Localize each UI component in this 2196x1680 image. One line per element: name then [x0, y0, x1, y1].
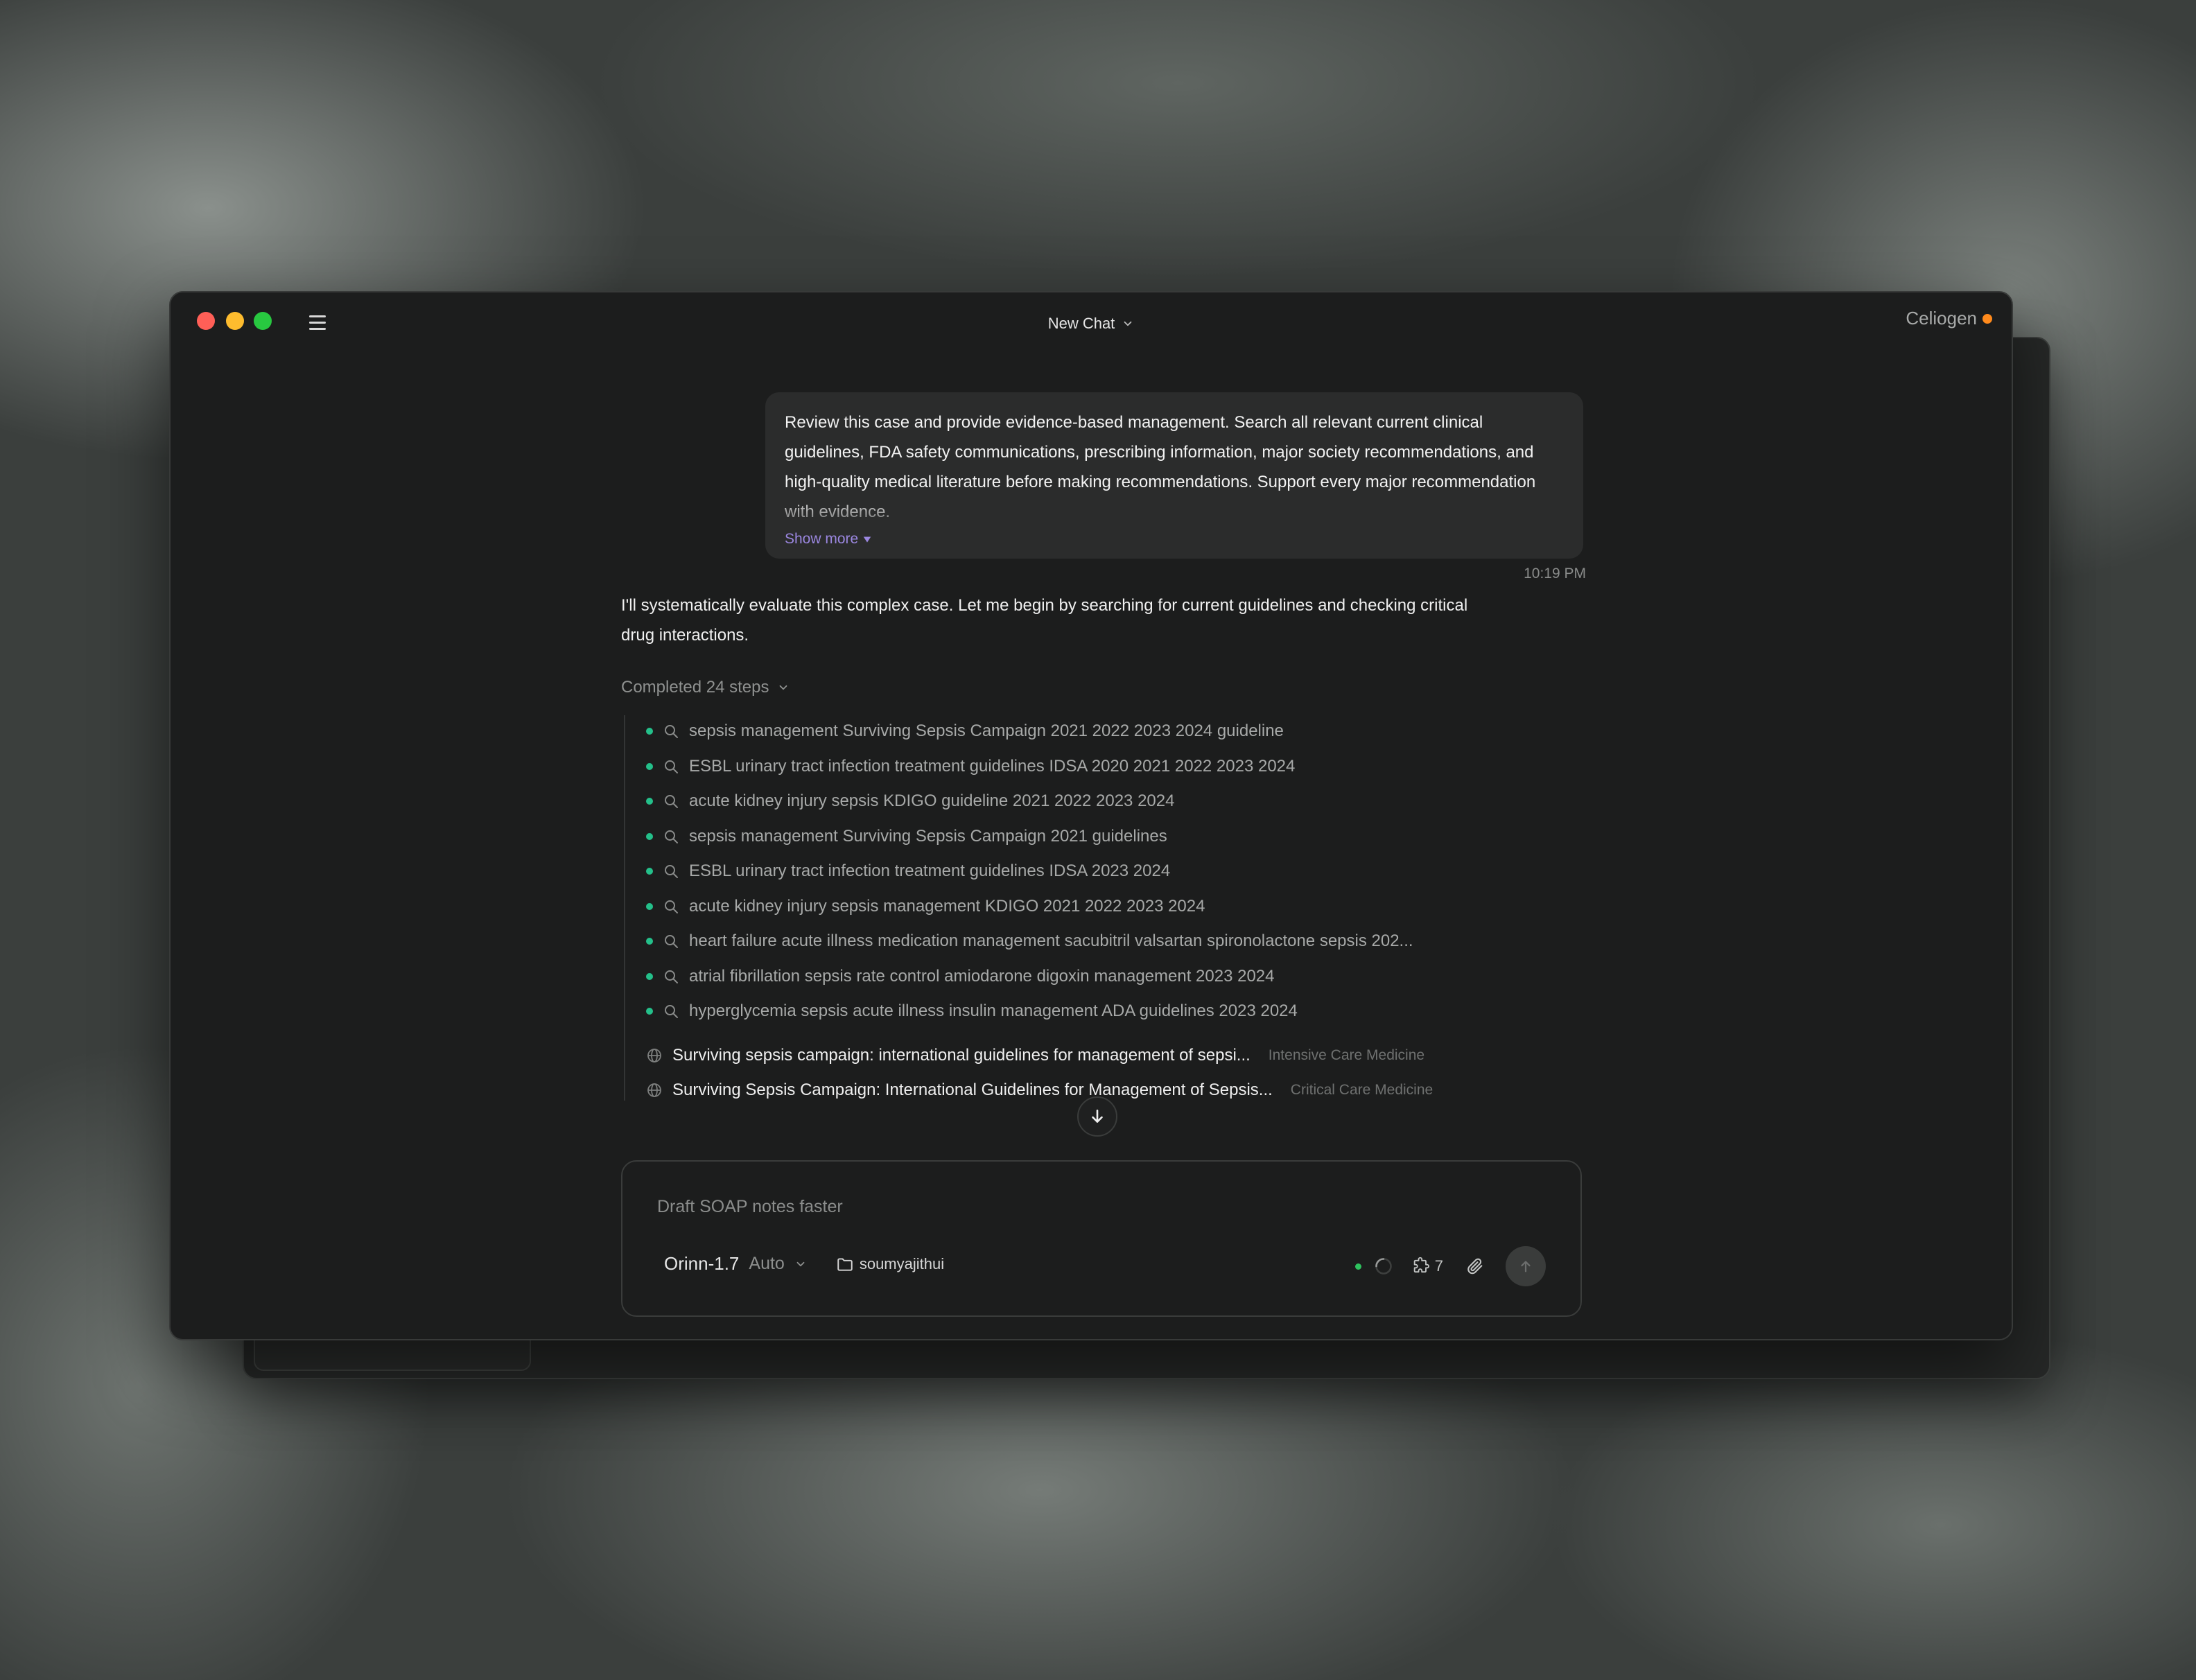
source-journal: Intensive Care Medicine: [1268, 1047, 1425, 1063]
message-timestamp: 10:19 PM: [1524, 566, 1586, 581]
step-query: acute kidney injury sepsis management KD…: [689, 896, 1205, 916]
user-message: Review this case and provide evidence-ba…: [765, 392, 1583, 559]
search-step: sepsis management Surviving Sepsis Campa…: [646, 819, 1413, 855]
chevron-down-icon: [780, 685, 787, 690]
chat-title-dropdown[interactable]: New Chat: [1048, 315, 1135, 333]
source-link[interactable]: Surviving sepsis campaign: international…: [646, 1038, 1433, 1073]
search-icon: [665, 865, 678, 879]
search-icon: [665, 795, 678, 809]
step-complete-dot: [646, 902, 653, 910]
show-more-button[interactable]: Show more: [785, 531, 872, 548]
search-step: heart failure acute illness medication m…: [646, 924, 1413, 959]
tools-count: 7: [1434, 1257, 1443, 1275]
steps-toggle[interactable]: Completed 24 steps: [621, 678, 790, 697]
step-complete-dot: [646, 728, 653, 735]
step-query: acute kidney injury sepsis KDIGO guideli…: [689, 791, 1175, 811]
search-step: ESBL urinary tract infection treatment g…: [646, 854, 1413, 889]
brand: Celiogen: [1906, 308, 1992, 329]
search-icon: [665, 935, 678, 949]
search-icon: [665, 1005, 678, 1019]
brand-status-dot: [1983, 313, 1992, 324]
chat-title: New Chat: [1047, 315, 1115, 332]
scroll-to-bottom-button[interactable]: [1077, 1096, 1117, 1137]
assistant-message-text: I'll systematically evaluate this comple…: [621, 596, 1468, 645]
project-folder-button[interactable]: soumyajithui: [836, 1255, 944, 1273]
arrow-down-icon: [1092, 1110, 1103, 1123]
model-selector[interactable]: Orinn-1.7 Auto: [664, 1253, 807, 1275]
send-button[interactable]: [1506, 1246, 1546, 1286]
search-icon: [665, 830, 678, 843]
step-complete-dot: [646, 1008, 653, 1015]
step-query: sepsis management Surviving Sepsis Campa…: [689, 721, 1284, 741]
steps-list: sepsis management Surviving Sepsis Campa…: [646, 714, 1413, 1029]
message-composer: Orinn-1.7 Auto soumyajithui 7: [621, 1160, 1582, 1317]
chevron-down-icon: [796, 1261, 805, 1266]
source-link[interactable]: Surviving Sepsis Campaign: International…: [646, 1073, 1433, 1108]
globe-icon: [647, 1083, 661, 1097]
search-step: atrial fibrillation sepsis rate control …: [646, 959, 1413, 995]
show-more-label: Show more: [785, 531, 859, 547]
model-mode: Auto: [749, 1254, 785, 1273]
search-icon: [665, 970, 678, 983]
puzzle-icon: [1413, 1257, 1429, 1273]
folder-name: soumyajithui: [859, 1254, 945, 1272]
search-step: ESBL urinary tract infection treatment g…: [646, 749, 1413, 785]
step-query: atrial fibrillation sepsis rate control …: [689, 966, 1275, 986]
steps-label: Completed 24 steps: [621, 678, 769, 697]
loading-spinner-icon: [1375, 1258, 1392, 1275]
search-step: hyperglycemia sepsis acute illness insul…: [646, 994, 1413, 1029]
connection-status-dot: [1354, 1263, 1361, 1270]
paperclip-icon[interactable]: [1465, 1257, 1485, 1276]
source-list: Surviving sepsis campaign: international…: [646, 1038, 1433, 1108]
chat-window: New Chat Celiogen Review this case and p…: [169, 291, 2013, 1340]
step-complete-dot: [646, 798, 653, 805]
search-icon: [665, 760, 678, 773]
arrow-up-icon: [1521, 1261, 1531, 1272]
message-input[interactable]: [656, 1192, 1490, 1221]
step-query: ESBL urinary tract infection treatment g…: [689, 756, 1296, 776]
tools-button[interactable]: 7: [1411, 1257, 1443, 1276]
step-query: hyperglycemia sepsis acute illness insul…: [689, 1001, 1298, 1021]
chevron-down-icon: [1124, 321, 1132, 326]
source-title: Surviving Sepsis Campaign: International…: [672, 1080, 1273, 1099]
step-complete-dot: [646, 938, 653, 945]
folder-icon: [837, 1257, 853, 1271]
brand-name: Celiogen: [1906, 308, 1977, 329]
search-step: sepsis management Surviving Sepsis Campa…: [646, 714, 1413, 749]
user-message-text: Review this case and provide evidence-ba…: [785, 413, 1536, 521]
step-complete-dot: [646, 972, 653, 980]
source-title: Surviving sepsis campaign: international…: [672, 1046, 1250, 1065]
caret-down-icon: [863, 536, 871, 543]
search-icon: [665, 900, 678, 913]
source-journal: Critical Care Medicine: [1290, 1082, 1434, 1098]
step-query: ESBL urinary tract infection treatment g…: [689, 861, 1171, 881]
step-query: heart failure acute illness medication m…: [689, 931, 1413, 951]
search-step: acute kidney injury sepsis management KD…: [646, 889, 1413, 925]
steps-timeline: [624, 715, 625, 1101]
globe-icon: [647, 1049, 661, 1062]
search-step: acute kidney injury sepsis KDIGO guideli…: [646, 784, 1413, 819]
model-name: Orinn-1.7: [664, 1253, 740, 1274]
step-complete-dot: [646, 868, 653, 875]
step-query: sepsis management Surviving Sepsis Campa…: [689, 826, 1167, 846]
step-complete-dot: [646, 832, 653, 840]
step-complete-dot: [646, 762, 653, 770]
search-icon: [665, 725, 678, 739]
